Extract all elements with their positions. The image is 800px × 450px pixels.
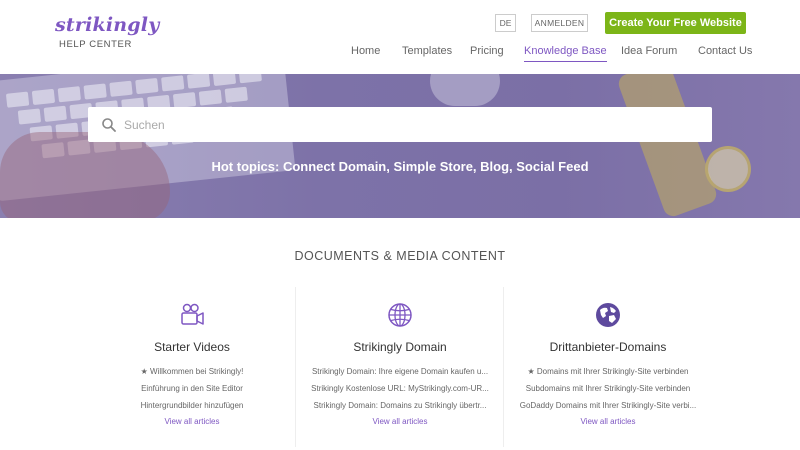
globe-icon (387, 302, 413, 328)
card-title: Strikingly Domain (353, 340, 447, 354)
category-card-starter-videos[interactable]: Starter Videos ★ Willkommen bei Striking… (88, 287, 296, 447)
search-input[interactable] (124, 117, 684, 132)
article-list: Strikingly Domain: Ihre eigene Domain ka… (296, 366, 504, 417)
video-camera-icon (179, 302, 205, 328)
article-list: ★ Willkommen bei Strikingly! Einführung … (88, 366, 296, 417)
watch-strap-photo (616, 74, 719, 218)
article-link[interactable]: Hintergrundbilder hinzufügen (88, 400, 296, 417)
search-icon (101, 116, 119, 134)
category-card-third-party-domains[interactable]: Drittanbieter-Domains ★ Domains mit Ihre… (504, 287, 712, 447)
article-link[interactable]: Strikingly Domain: Ihre eigene Domain ka… (296, 366, 504, 383)
nav-idea-forum[interactable]: Idea Forum (621, 45, 677, 57)
view-all-link[interactable]: View all articles (296, 417, 504, 426)
login-button[interactable]: ANMELDEN (531, 14, 588, 32)
nav-home[interactable]: Home (351, 45, 380, 57)
hero-banner (0, 74, 800, 218)
nav-templates[interactable]: Templates (402, 45, 452, 57)
earth-icon (595, 302, 621, 328)
view-all-link[interactable]: View all articles (504, 417, 712, 426)
category-card-strikingly-domain[interactable]: Strikingly Domain Strikingly Domain: Ihr… (296, 287, 504, 447)
article-link[interactable]: Strikingly Domain: Domains zu Strikingly… (296, 400, 504, 417)
logo-wordmark: strikingly (55, 14, 160, 36)
card-title: Starter Videos (154, 340, 230, 354)
article-link[interactable]: ★ Domains mit Ihrer Strikingly-Site verb… (504, 366, 712, 383)
search-bar[interactable] (88, 107, 712, 142)
article-link[interactable]: ★ Willkommen bei Strikingly! (88, 366, 296, 383)
article-list: ★ Domains mit Ihrer Strikingly-Site verb… (504, 366, 712, 417)
section-title: DOCUMENTS & MEDIA CONTENT (294, 249, 506, 263)
main-nav: Home Templates Pricing Knowledge Base Id… (0, 45, 800, 63)
hand-photo (0, 132, 170, 218)
card-title: Drittanbieter-Domains (549, 340, 667, 354)
nav-pricing[interactable]: Pricing (470, 45, 504, 57)
site-header: strikingly HELP CENTER DE ANMELDEN Creat… (0, 0, 800, 74)
article-link[interactable]: Subdomains mit Ihrer Strikingly-Site ver… (504, 383, 712, 400)
view-all-link[interactable]: View all articles (88, 417, 296, 426)
nav-contact-us[interactable]: Contact Us (698, 45, 752, 57)
hot-topics: Hot topics: Connect Domain, Simple Store… (211, 159, 589, 174)
create-website-button[interactable]: Create Your Free Website (605, 12, 746, 34)
language-button[interactable]: DE (495, 14, 516, 32)
article-link[interactable]: GoDaddy Domains mit Ihrer Strikingly-Sit… (504, 400, 712, 417)
article-link[interactable]: Strikingly Kostenlose URL: MyStrikingly.… (296, 383, 504, 400)
article-link[interactable]: Einführung in den Site Editor (88, 383, 296, 400)
nav-knowledge-base[interactable]: Knowledge Base (524, 45, 607, 62)
mouse-photo (430, 74, 500, 106)
